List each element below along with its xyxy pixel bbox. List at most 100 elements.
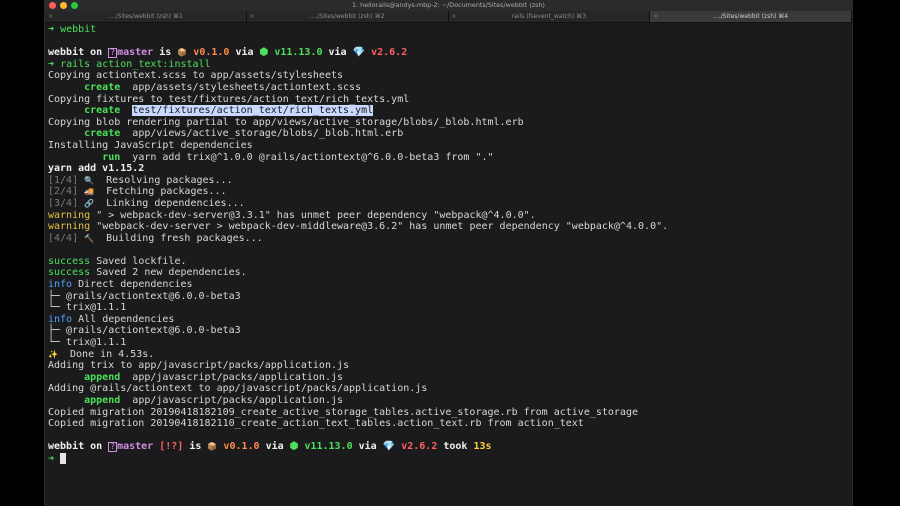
prompt-dir: webbit (48, 441, 85, 453)
success-label: success (48, 267, 91, 279)
terminal-output[interactable]: ➜ webbit webbit on ? master is 📦 v0.1.0 v… (48, 24, 846, 465)
tab-label: ..../Sites/webbit (zsh) (107, 13, 172, 20)
tab-2[interactable]: × ..../Sites/webbit (zsh) ⌘2 (247, 11, 449, 22)
node-version: v11.13.0 (274, 47, 323, 59)
tab-bar: × ..../Sites/webbit (zsh) ⌘1 × ..../Sites/… (45, 11, 852, 23)
prompt-dir: webbit (60, 24, 97, 35)
info-line: info Direct dependencies (48, 279, 846, 291)
window-title: 1. hellorails@andys-mbp-2: ~/Documents/S… (352, 1, 545, 9)
close-tab-icon[interactable]: × (250, 11, 255, 22)
ruby-version: v2.6.2 (401, 441, 438, 453)
hammer-icon: 🔨 (84, 233, 95, 243)
dependency-tree-item: ├─ @rails/actiontext@6.0.0-beta3 (48, 290, 241, 302)
prompt-arrow: ➜ (48, 58, 55, 70)
prompt-arrow: ➜ (48, 24, 55, 35)
hexagon-icon: ⬢ (289, 441, 299, 453)
step-text: Resolving packages... (106, 174, 233, 186)
tab-shortcut: ⌘3 (576, 13, 587, 20)
tab-shortcut: ⌘2 (374, 13, 385, 20)
title-bar: 1. hellorails@andys-mbp-2: ~/Documents/S… (45, 0, 852, 11)
yarn-step: [1/4] 🔍 Resolving packages... (48, 175, 846, 187)
close-tab-icon[interactable]: × (653, 11, 658, 22)
run-text: yarn add trix@^1.0.0 @rails/actiontext@^… (132, 151, 494, 163)
output-line: create test/fixtures/action_text/rich_te… (48, 105, 846, 117)
tab-label: ..../Sites/webbit (zsh) (309, 13, 373, 20)
warning-line: warning "webpack-dev-server > webpack-de… (48, 221, 846, 233)
git-branch-icon: ? (108, 442, 118, 453)
git-branch: master (117, 441, 154, 453)
tab-4-active[interactable]: × ..../Sites/webbit (zsh) ⌘4 (650, 11, 852, 22)
step-text: Building fresh packages... (106, 232, 263, 244)
prompt-status-line: webbit on ? master is 📦 v0.1.0 via ⬢ v11.… (48, 47, 846, 59)
prompt-is: is (189, 441, 202, 453)
dependency-tree-item: └─ trix@1.1.1 (48, 302, 127, 314)
info-text: Direct dependencies (78, 279, 193, 291)
output-line: Copied migration 20190418182109_create_a… (48, 406, 639, 418)
tab-3[interactable]: × rails (fsevent_watch) ⌘3 (449, 11, 651, 22)
prompt-on: on (90, 47, 103, 59)
warning-text: "webpack-dev-server > webpack-dev-middle… (96, 221, 669, 233)
terminal-window: 1. hellorails@andys-mbp-2: ~/Documents/S… (45, 0, 852, 506)
success-text: Saved lockfile. (96, 255, 187, 267)
file-path: app/javascript/packs/application.js (132, 395, 344, 406)
tab-1[interactable]: × ..../Sites/webbit (zsh) ⌘1 (45, 11, 247, 22)
link-icon: 🔗 (84, 198, 95, 208)
step-text: Linking dependencies... (106, 197, 245, 209)
output-line: create app/views/active_storage/blobs/_b… (48, 128, 846, 140)
close-tab-icon[interactable]: × (48, 11, 53, 22)
action-append: append (84, 371, 121, 383)
output-line: Installing JavaScript dependencies (48, 139, 253, 151)
tab-label: ..../Sites/webbit (zsh) (713, 13, 777, 20)
package-icon: 📦 (207, 442, 218, 452)
prompt-via: via (358, 441, 377, 453)
info-label: info (48, 279, 73, 291)
success-line: success Saved 2 new dependencies. (48, 267, 846, 279)
warning-line: warning " > webpack-dev-server@3.3.1" ha… (48, 210, 846, 222)
git-branch-icon: ? (108, 48, 118, 59)
prompt-status-line: webbit on ? master [!?] is 📦 v0.1.0 via ⬢… (48, 441, 846, 453)
yarn-version-line: yarn add v1.15.2 (48, 163, 145, 175)
text-cursor[interactable] (60, 452, 67, 464)
done-line: ✨ Done in 4.53s. (48, 349, 846, 361)
output-line: append app/javascript/packs/application.… (48, 395, 846, 407)
close-tab-icon[interactable]: × (452, 11, 457, 22)
prompt-via: via (265, 441, 284, 453)
input-prompt-line[interactable]: ➜ (48, 452, 846, 465)
step-text: Fetching packages... (106, 186, 227, 198)
truck-icon: 🚚 (84, 187, 95, 197)
selected-text[interactable]: test/fixtures/action_text/rich_texts.yml (132, 105, 374, 117)
step-counter: [1/4] (48, 174, 79, 186)
output-line: append app/javascript/packs/application.… (48, 372, 846, 384)
info-line: info All dependencies (48, 314, 846, 326)
yarn-step: [2/4] 🚚 Fetching packages... (48, 186, 846, 198)
command-duration: 13s (473, 441, 492, 453)
output-line: Adding @rails/actiontext to app/javascri… (48, 383, 428, 395)
action-create: create (84, 128, 121, 140)
sparkles-icon: ✨ (48, 349, 58, 359)
prompt-line: ➜ webbit (48, 24, 846, 36)
output-line: Copying actiontext.scss to app/assets/st… (48, 70, 344, 82)
magnifier-icon: 🔍 (84, 175, 95, 185)
output-line: run yarn add trix@^1.0.0 @rails/actionte… (48, 152, 846, 164)
hexagon-icon: ⬢ (259, 47, 269, 59)
package-icon: 📦 (177, 48, 188, 58)
prompt-via: via (235, 47, 254, 59)
file-path: app/views/active_storage/blobs/_blob.htm… (132, 128, 404, 140)
dependency-tree-item: ├─ @rails/actiontext@6.0.0-beta3 (48, 325, 241, 337)
git-status: [!?] (159, 441, 184, 453)
output-line: create app/assets/stylesheets/actiontext… (48, 82, 846, 94)
ruby-version: v2.6.2 (371, 47, 408, 59)
success-line: success Saved lockfile. (48, 256, 846, 268)
tab-shortcut: ⌘1 (173, 13, 183, 20)
success-label: success (48, 255, 91, 267)
node-version: v11.13.0 (304, 441, 353, 453)
warning-label: warning (48, 221, 91, 233)
output-line: Copying fixtures to test/fixtures/action… (48, 93, 410, 105)
package-version: v0.1.0 (223, 441, 260, 453)
command-line: ➜ rails action_text:install (48, 59, 846, 71)
action-create: create (84, 105, 121, 117)
tab-shortcut: ⌘4 (778, 13, 789, 20)
warning-text: " > webpack-dev-server@3.3.1" has unmet … (96, 209, 536, 221)
